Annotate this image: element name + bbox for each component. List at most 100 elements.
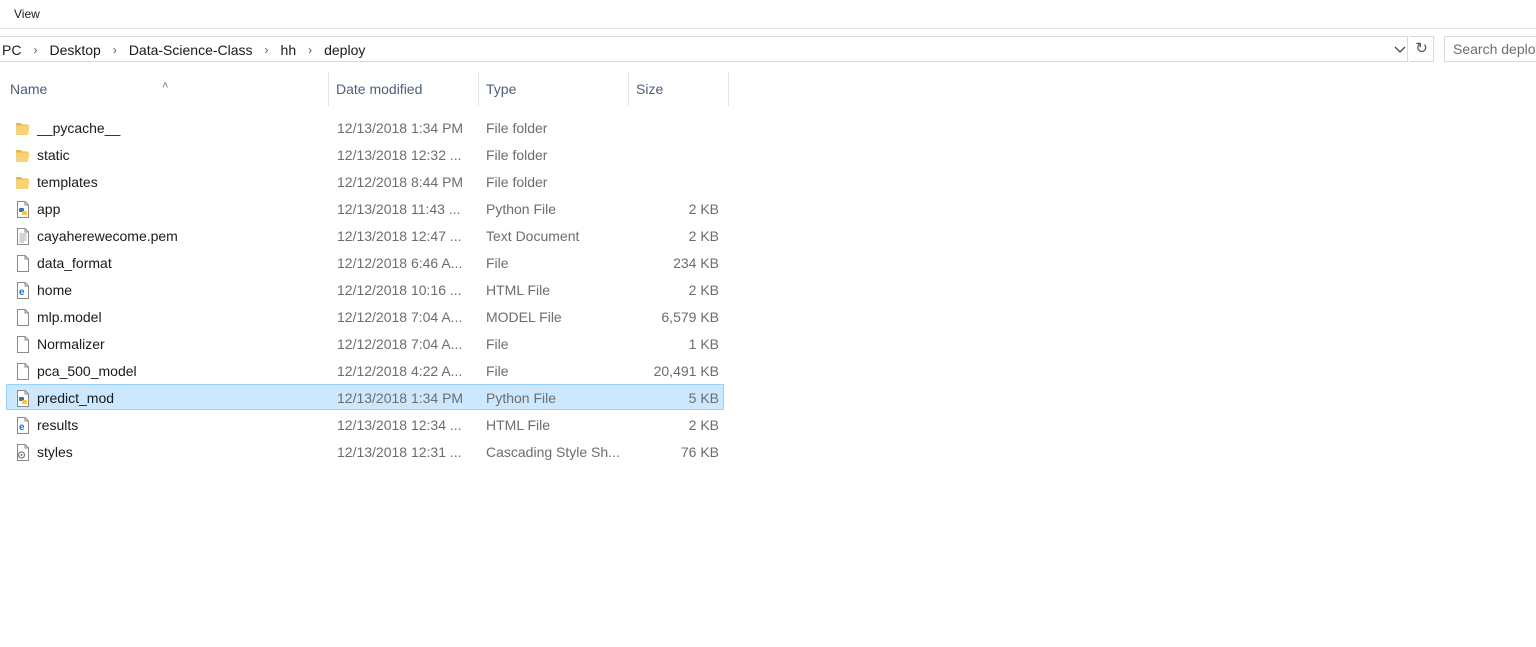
file-row[interactable]: styles 12/13/2018 12:31 ... Cascading Styl… xyxy=(6,438,724,464)
file-type: Text Document xyxy=(486,228,580,244)
file-type: File folder xyxy=(486,174,548,190)
sort-ascending-icon: ˄ xyxy=(162,80,169,92)
file-row[interactable]: pca_500_model 12/12/2018 4:22 A... File 20,… xyxy=(6,357,724,383)
breadcrumb-item-hh[interactable]: hh xyxy=(279,42,299,58)
folder-icon xyxy=(15,119,31,136)
file-size: 6,579 KB xyxy=(661,309,719,325)
chevron-right-icon[interactable]: › xyxy=(255,43,279,57)
file-size: 2 KB xyxy=(688,228,719,244)
text-document-icon xyxy=(15,227,31,245)
python-file-icon xyxy=(15,389,31,407)
ribbon: View xyxy=(0,0,1536,29)
file-row[interactable]: Normalizer 12/12/2018 7:04 A... File 1 KB xyxy=(6,330,724,356)
file-date-modified: 12/13/2018 12:31 ... xyxy=(337,444,462,460)
file-row[interactable]: __pycache__ 12/13/2018 1:34 PM File folder xyxy=(6,114,724,140)
address-bar[interactable]: PC › Desktop › Data-Science-Class › hh ›… xyxy=(0,36,1408,62)
blank-file-icon xyxy=(15,362,31,380)
file-type: File xyxy=(486,336,509,352)
file-name: styles xyxy=(37,444,73,460)
breadcrumb-item-deploy[interactable]: deploy xyxy=(322,42,367,58)
file-type: HTML File xyxy=(486,282,551,298)
chevron-right-icon[interactable]: › xyxy=(298,43,322,57)
folder-icon xyxy=(15,146,31,163)
file-date-modified: 12/13/2018 12:47 ... xyxy=(337,228,462,244)
column-header-name-label: Name xyxy=(10,81,48,97)
column-header-size[interactable]: Size xyxy=(628,72,729,106)
file-date-modified: 12/13/2018 11:43 ... xyxy=(337,201,461,217)
file-size: 5 KB xyxy=(688,390,719,406)
column-header-date[interactable]: Date modified xyxy=(328,72,479,106)
file-date-modified: 12/12/2018 6:46 A... xyxy=(337,255,463,271)
file-type: MODEL File xyxy=(486,309,562,325)
file-name: home xyxy=(37,282,73,298)
chevron-down-icon[interactable] xyxy=(1392,43,1408,57)
breadcrumb-item-desktop[interactable]: Desktop xyxy=(47,42,102,58)
file-name: app xyxy=(37,201,61,217)
file-date-modified: 12/13/2018 12:34 ... xyxy=(337,417,462,433)
file-row[interactable]: templates 12/12/2018 8:44 PM File folder xyxy=(6,168,724,194)
column-header-type-label: Type xyxy=(486,81,517,97)
file-size: 234 KB xyxy=(673,255,719,271)
column-header-name[interactable]: Name ˄ xyxy=(2,72,329,106)
file-type: HTML File xyxy=(486,417,551,433)
file-name: data_format xyxy=(37,255,112,271)
file-date-modified: 12/12/2018 10:16 ... xyxy=(337,282,462,298)
file-date-modified: 12/13/2018 12:32 ... xyxy=(337,147,462,163)
tab-view[interactable]: View xyxy=(14,7,40,21)
file-type: File folder xyxy=(486,147,548,163)
file-row[interactable]: static 12/13/2018 12:32 ... File folder xyxy=(6,141,724,167)
file-name: mlp.model xyxy=(37,309,102,325)
file-type: Python File xyxy=(486,201,557,217)
file-row[interactable]: data_format 12/12/2018 6:46 A... File 234 K… xyxy=(6,249,724,275)
file-type: File xyxy=(486,363,509,379)
file-size: 2 KB xyxy=(688,282,719,298)
python-file-icon xyxy=(15,200,31,218)
file-size: 76 KB xyxy=(680,444,719,460)
file-date-modified: 12/13/2018 1:34 PM xyxy=(337,390,464,406)
file-size: 2 KB xyxy=(688,201,719,217)
file-name: templates xyxy=(37,174,98,190)
file-name: pca_500_model xyxy=(37,363,137,379)
address-row: PC › Desktop › Data-Science-Class › hh ›… xyxy=(0,36,1536,64)
column-header-date-label: Date modified xyxy=(336,81,423,97)
blank-file-icon xyxy=(15,335,31,353)
file-name: cayaherewecome.pem xyxy=(37,228,178,244)
svg-text:e: e xyxy=(19,287,25,298)
file-date-modified: 12/12/2018 4:22 A... xyxy=(337,363,463,379)
file-size: 20,491 KB xyxy=(653,363,719,379)
search-input[interactable] xyxy=(1445,37,1536,61)
search-box[interactable] xyxy=(1444,36,1536,62)
file-date-modified: 12/13/2018 1:34 PM xyxy=(337,120,464,136)
svg-text:e: e xyxy=(19,422,25,433)
file-row[interactable]: e home 12/12/2018 10:16 ... HTML File 2 KB xyxy=(6,276,724,302)
file-name: __pycache__ xyxy=(37,120,121,136)
file-name: predict_mod xyxy=(37,390,115,406)
chevron-right-icon[interactable]: › xyxy=(103,43,127,57)
file-row[interactable]: e results 12/13/2018 12:34 ... HTML File 2 K… xyxy=(6,411,724,437)
refresh-button[interactable]: ↻ xyxy=(1410,36,1434,62)
chevron-right-icon[interactable]: › xyxy=(23,43,47,57)
breadcrumb-item-data-science-class[interactable]: Data-Science-Class xyxy=(127,42,255,58)
html-file-icon: e xyxy=(15,416,31,434)
file-row[interactable]: mlp.model 12/12/2018 7:04 A... MODEL File 6… xyxy=(6,303,724,329)
blank-file-icon xyxy=(15,254,31,272)
file-type: Python File xyxy=(486,390,557,406)
refresh-icon: ↻ xyxy=(1415,40,1428,57)
file-name: Normalizer xyxy=(37,336,105,352)
file-type: Cascading Style Sh... xyxy=(486,444,620,460)
file-row[interactable]: app 12/13/2018 11:43 ... Python File 2 KB xyxy=(6,195,724,221)
file-size: 1 KB xyxy=(688,336,719,352)
column-header-type[interactable]: Type xyxy=(478,72,629,106)
file-row[interactable]: predict_mod 12/13/2018 1:34 PM Python File… xyxy=(6,384,724,410)
file-name: results xyxy=(37,417,79,433)
file-date-modified: 12/12/2018 7:04 A... xyxy=(337,336,463,352)
file-row[interactable]: cayaherewecome.pem 12/13/2018 12:47 ... Te… xyxy=(6,222,724,248)
folder-icon xyxy=(15,173,31,190)
breadcrumb-item-pc[interactable]: PC xyxy=(0,42,23,58)
html-file-icon: e xyxy=(15,281,31,299)
blank-file-icon xyxy=(15,308,31,326)
file-explorer-window: View PC › Desktop › Data-Science-Class ›… xyxy=(0,0,1536,647)
file-name: static xyxy=(37,147,70,163)
file-date-modified: 12/12/2018 8:44 PM xyxy=(337,174,464,190)
file-size: 2 KB xyxy=(688,417,719,433)
